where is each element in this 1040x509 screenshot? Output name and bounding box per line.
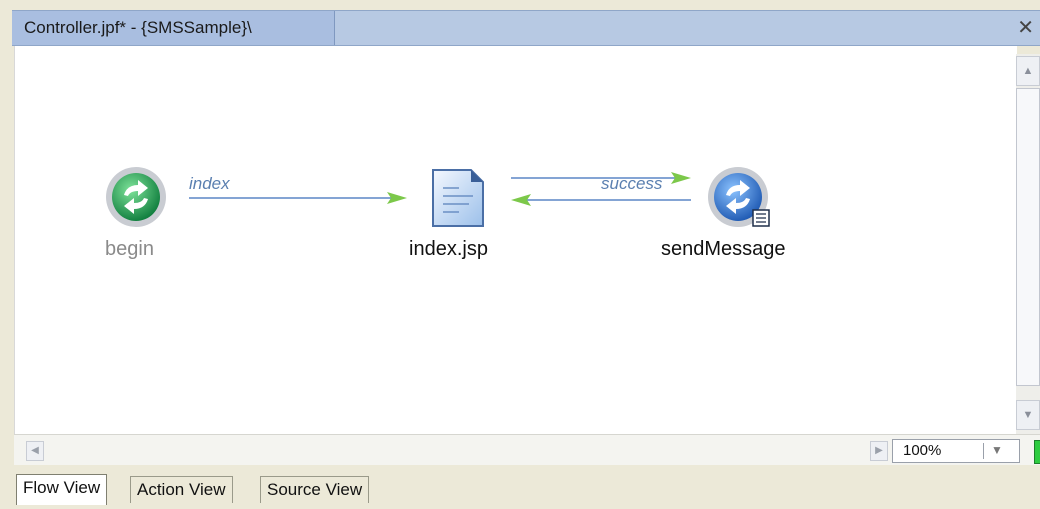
tab-action-view[interactable]: Action View xyxy=(130,476,233,503)
chevron-down-icon[interactable]: ▼ xyxy=(991,443,1003,457)
vertical-scroll-thumb[interactable] xyxy=(1016,88,1040,386)
edge-index-label: index xyxy=(189,174,230,193)
scroll-up-button[interactable]: ▲ xyxy=(1016,56,1040,86)
send-message-action-icon xyxy=(708,167,770,227)
node-send-message[interactable] xyxy=(707,166,773,235)
node-begin[interactable] xyxy=(105,166,167,233)
flow-edges xyxy=(189,172,691,206)
node-send-message-label: sendMessage xyxy=(661,238,786,260)
begin-action-icon xyxy=(106,167,166,227)
node-index-jsp[interactable] xyxy=(429,166,487,235)
editor-title: Controller.jpf* - {SMSSample}\ xyxy=(24,18,252,37)
vertical-scrollbar[interactable]: ▲ ▼ xyxy=(1016,54,1040,434)
flow-editor-window: Controller.jpf* - {SMSSample}\ ✕ index s… xyxy=(0,0,1040,509)
tab-flow-view[interactable]: Flow View xyxy=(16,474,108,505)
scroll-right-button[interactable]: ▶ xyxy=(870,441,888,461)
editor-title-bar: Controller.jpf* - {SMSSample}\ ✕ xyxy=(12,10,1040,46)
zoom-value: 100% xyxy=(903,442,942,459)
node-index-jsp-label: index.jsp xyxy=(409,238,488,260)
editor-tab[interactable]: Controller.jpf* - {SMSSample}\ xyxy=(12,11,335,45)
zoom-select[interactable]: 100% ▼ xyxy=(892,439,1020,463)
view-tabs: Flow View Action View Source View xyxy=(14,470,1040,509)
zoom-divider xyxy=(983,443,984,459)
horizontal-scrollbar[interactable]: ◀ ▶ 100% ▼ xyxy=(14,434,1040,465)
flow-canvas[interactable]: index success begin index.jsp sendMessag… xyxy=(14,46,1017,434)
scroll-left-button[interactable]: ◀ xyxy=(26,441,44,461)
close-icon[interactable]: ✕ xyxy=(1017,15,1034,39)
node-begin-label: begin xyxy=(105,238,154,260)
status-indicator xyxy=(1034,440,1040,464)
edge-success-label: success xyxy=(601,174,663,193)
jsp-page-icon xyxy=(432,169,484,227)
scroll-down-button[interactable]: ▼ xyxy=(1016,400,1040,430)
tab-source-view[interactable]: Source View xyxy=(260,476,370,503)
